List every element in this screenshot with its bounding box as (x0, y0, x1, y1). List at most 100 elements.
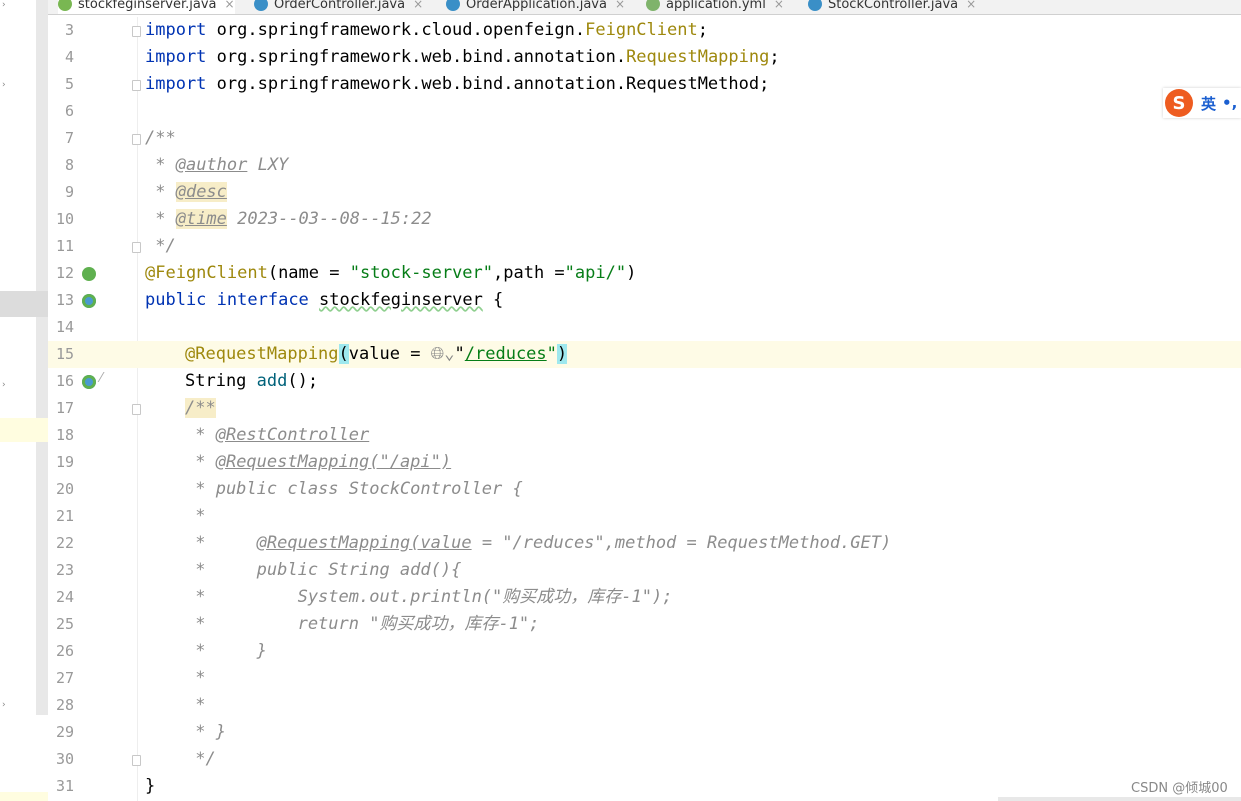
close-tab-icon[interactable]: × (966, 0, 976, 11)
close-tab-icon[interactable]: × (413, 0, 423, 11)
code-line[interactable]: 14 (48, 314, 1241, 341)
rest-endpoint-icon[interactable]: ⁄ (100, 371, 102, 386)
expand-arrow-icon[interactable]: › (2, 0, 6, 10)
tab-ordercontroller[interactable]: OrderController.java × (254, 0, 423, 14)
fold-marker-icon[interactable] (132, 134, 141, 145)
code-line[interactable]: 6 (48, 98, 1241, 125)
spring-bean-icon[interactable] (82, 267, 96, 281)
code-line[interactable]: 31 } (48, 773, 1241, 800)
code-text[interactable]: * System.out.println("购买成功，库存-1"); (185, 584, 672, 611)
code-line[interactable]: 29 * } (48, 719, 1241, 746)
code-text[interactable]: /** (185, 395, 216, 422)
close-tab-icon[interactable]: × (774, 0, 784, 11)
code-line[interactable]: 7 /** (48, 125, 1241, 152)
code-line[interactable]: 20 * public class StockController { (48, 476, 1241, 503)
code-line[interactable]: 16 ⁄ String add(); (48, 368, 1241, 395)
code-line[interactable]: 5 import org.springframework.web.bind.an… (48, 71, 1241, 98)
line-number: 19 (55, 453, 74, 471)
code-line[interactable]: 21 * (48, 503, 1241, 530)
code-text[interactable]: * public String add(){ (185, 557, 461, 584)
code-line[interactable]: 27 * (48, 665, 1241, 692)
close-tab-icon[interactable]: × (225, 0, 235, 11)
code-line[interactable]: 11 */ (48, 233, 1241, 260)
code-line[interactable]: 13 public interface stockfeginserver { (48, 287, 1241, 314)
code-line[interactable]: 26 * } (48, 638, 1241, 665)
code-text[interactable]: * @time 2023--03--08--15:22 (145, 206, 432, 233)
left-panel-scrollbar[interactable] (36, 0, 48, 715)
ime-toolbar[interactable]: S 英 •, (1163, 88, 1241, 118)
code-text[interactable]: * @desc (145, 179, 227, 206)
code-text[interactable]: /** (145, 125, 176, 152)
code-text[interactable]: import org.springframework.web.bind.anno… (145, 71, 769, 98)
code-line[interactable]: 12 @FeignClient(name = "stock-server",pa… (48, 260, 1241, 287)
ime-language-toggle[interactable]: 英 (1201, 93, 1216, 114)
globe-icon: 🌐︎⌄ (430, 344, 455, 364)
code-line[interactable]: 30 */ (48, 746, 1241, 773)
close-tab-icon[interactable]: × (615, 0, 625, 11)
code-text[interactable]: */ (145, 233, 175, 260)
code-line[interactable]: 18 * @RestController (48, 422, 1241, 449)
code-line[interactable]: 25 * return "购买成功，库存-1"; (48, 611, 1241, 638)
line-number: 30 (55, 750, 74, 768)
code-text[interactable]: import org.springframework.web.bind.anno… (145, 44, 780, 71)
code-line[interactable]: 28 * (48, 692, 1241, 719)
line-number: 27 (55, 669, 74, 687)
tab-application-yml[interactable]: application.yml × (646, 0, 784, 14)
code-text[interactable]: * } (185, 638, 267, 665)
fold-marker-icon[interactable] (132, 26, 141, 37)
code-text[interactable]: * (185, 665, 205, 692)
code-text[interactable]: * @RequestMapping("/api") (185, 449, 451, 476)
code-text[interactable]: */ (185, 746, 215, 773)
expand-arrow-icon[interactable]: › (2, 80, 6, 90)
expand-arrow-icon[interactable]: › (2, 380, 6, 390)
code-text[interactable]: * return "购买成功，库存-1"; (185, 611, 539, 638)
code-text[interactable]: * @author LXY (145, 152, 288, 179)
tab-orderapplication[interactable]: OrderApplication.java × (446, 0, 625, 14)
expand-arrow-icon[interactable]: › (2, 700, 6, 710)
code-line[interactable]: 10 * @time 2023--03--08--15:22 (48, 206, 1241, 233)
code-text[interactable]: * @RestController (185, 422, 369, 449)
line-number: 25 (55, 615, 74, 633)
tab-stockfeginserver[interactable]: stockfeginserver.java × (58, 0, 235, 14)
horizontal-scrollbar[interactable] (998, 797, 1241, 801)
code-text[interactable]: @FeignClient(name = "stock-server",path … (145, 260, 636, 287)
code-line[interactable]: 3 import org.springframework.cloud.openf… (48, 17, 1241, 44)
code-line[interactable]: 9 * @desc (48, 179, 1241, 206)
code-line[interactable]: 4 import org.springframework.web.bind.an… (48, 44, 1241, 71)
interface-file-icon (58, 0, 72, 11)
code-line[interactable]: 19 * @RequestMapping("/api") (48, 449, 1241, 476)
code-line[interactable]: 22 * @RequestMapping(value = "/reduces",… (48, 530, 1241, 557)
code-text[interactable]: } (145, 773, 155, 800)
line-number: 22 (55, 534, 74, 552)
code-text[interactable]: * public class StockController { (185, 476, 523, 503)
fold-marker-icon[interactable] (132, 404, 141, 415)
code-text[interactable]: public interface stockfeginserver { (145, 287, 503, 314)
code-text[interactable]: @RequestMapping(value = 🌐︎⌄"/reduces") (185, 341, 568, 368)
code-text[interactable]: * @RequestMapping(value = "/reduces",met… (185, 530, 891, 557)
feign-client-icon[interactable] (82, 294, 96, 308)
line-number: 7 (64, 129, 74, 147)
feign-method-icon[interactable] (82, 375, 96, 389)
fold-marker-icon[interactable] (132, 242, 141, 253)
sogou-logo-icon[interactable]: S (1165, 89, 1193, 117)
ime-punctuation-toggle[interactable]: •, (1222, 94, 1237, 112)
watermark: CSDN @倾城00 (1131, 781, 1228, 796)
line-number: 3 (64, 21, 74, 39)
code-line[interactable]: 24 * System.out.println("购买成功，库存-1"); (48, 584, 1241, 611)
code-line-current[interactable]: 15 @RequestMapping(value = 🌐︎⌄"/reduces"… (48, 341, 1241, 368)
line-number: 23 (55, 561, 74, 579)
code-line[interactable]: 8 * @author LXY (48, 152, 1241, 179)
fold-marker-icon[interactable] (132, 80, 141, 91)
code-line[interactable]: 17 /** (48, 395, 1241, 422)
highlight-row-marker (0, 418, 48, 442)
code-text[interactable]: * (185, 692, 205, 719)
code-text[interactable]: * (185, 503, 205, 530)
fold-marker-icon[interactable] (132, 755, 141, 766)
class-file-icon (254, 0, 268, 11)
code-text[interactable]: String add(); (185, 368, 318, 395)
code-line[interactable]: 23 * public String add(){ (48, 557, 1241, 584)
code-text[interactable]: import org.springframework.cloud.openfei… (145, 17, 708, 44)
tab-stockcontroller[interactable]: StockController.java × (808, 0, 976, 14)
line-number: 11 (55, 237, 74, 255)
code-text[interactable]: * } (185, 719, 226, 746)
